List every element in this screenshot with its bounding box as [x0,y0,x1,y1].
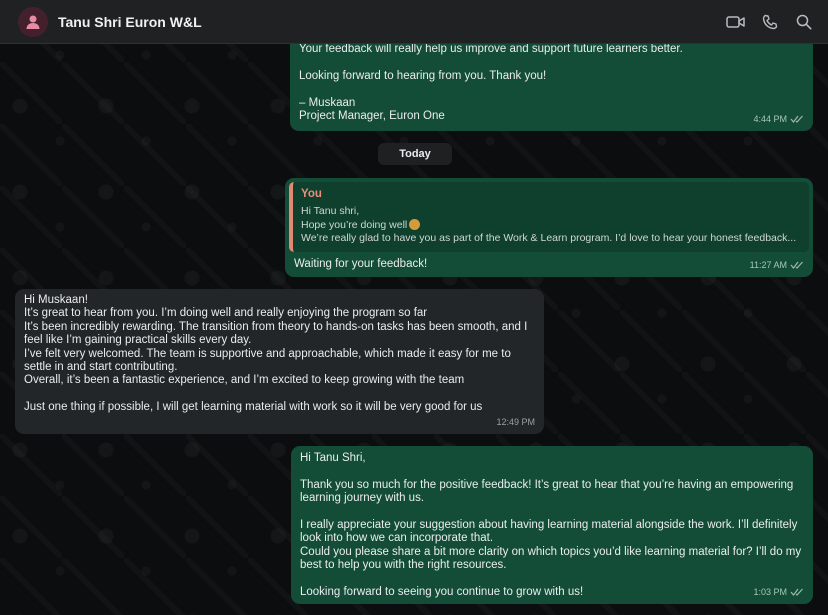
message-line: Your feedback will really help us improv… [299,43,683,55]
message-line: Could you please share a bit more clarit… [300,545,802,558]
avatar[interactable] [18,6,48,37]
double-check-icon [790,261,803,270]
double-check-icon [790,115,803,124]
search-icon[interactable] [794,12,814,32]
message-meta: 11:27 AM [750,259,804,272]
message-time: 12:49 PM [496,416,535,427]
message-line: It’s great to hear from you. I’m doing w… [24,307,428,320]
message-line: Just one thing if possible, I will get l… [24,401,483,414]
message-line: Hi Tanu Shri, [300,452,366,464]
message-line: settle in and start contributing. [24,361,178,374]
chat-title[interactable]: Tanu Shri Euron W&L [58,14,726,30]
message-time: 4:44 PM [753,113,787,124]
quote-author: You [301,188,322,200]
quoted-message[interactable]: You Hi Tanu shri, Hope you’re doing well… [289,182,809,252]
message-line [300,573,804,586]
message-line: – Muskaan [299,96,356,109]
quote-line: Hope you’re doing well [301,218,802,232]
smile-emoji-icon [409,218,421,230]
message-time: 1:03 PM [753,586,787,597]
message-line [299,56,804,69]
message-line: I really appreciate your suggestion abou… [300,519,798,531]
message-line: Looking forward to hearing from you. Tha… [299,69,547,82]
chat-header: Tanu Shri Euron W&L [0,0,828,44]
message-line [300,465,804,478]
message-line: best to help you with the right resource… [300,559,507,572]
avatar-icon [26,15,40,29]
message-line: Thank you so much for the positive feedb… [300,478,794,491]
video-call-icon[interactable] [726,12,746,32]
message-line [299,83,804,96]
message-bubble-outgoing[interactable]: Hi Tanu Shri, Thank you so much for the … [291,446,813,604]
double-check-icon [790,588,803,597]
message-line: Overall, it’s been a fantastic experienc… [24,374,465,387]
message-bubble-incoming[interactable]: Hi Muskaan! It’s great to hear from you.… [15,289,544,434]
message-line: It’s been incredibly rewarding. The tran… [24,320,528,333]
message-time: 11:27 AM [749,259,787,270]
message-line: Looking forward to seeing you continue t… [300,586,584,599]
message-line: Hi Muskaan! [24,294,88,306]
quote-line: We’re really glad to have you as part of… [301,232,797,245]
message-line [300,506,804,519]
message-line: feel like I’m gaining practical skills e… [24,334,252,347]
message-meta: 4:44 PM [753,113,804,126]
message-bubble-outgoing[interactable]: You Hi Tanu shri, Hope you’re doing well… [285,178,813,277]
message-line [24,388,535,401]
phone-icon[interactable] [760,12,780,32]
date-divider: Today [378,143,452,165]
message-meta: 1:03 PM [753,586,804,599]
message-line: look into how we can incorporate that. [300,532,494,545]
message-text: Waiting for your feedback! [294,257,428,270]
message-line: I’ve felt very welcomed. The team is sup… [24,347,511,360]
quote-line: Hi Tanu shri, [301,205,360,218]
message-line: learning journey with us. [300,492,425,505]
message-line: Project Manager, Euron One [299,110,445,122]
chat-window: Tanu Shri Euron W&L Your feedback will r… [0,0,828,615]
message-meta: 12:49 PM [496,416,535,429]
